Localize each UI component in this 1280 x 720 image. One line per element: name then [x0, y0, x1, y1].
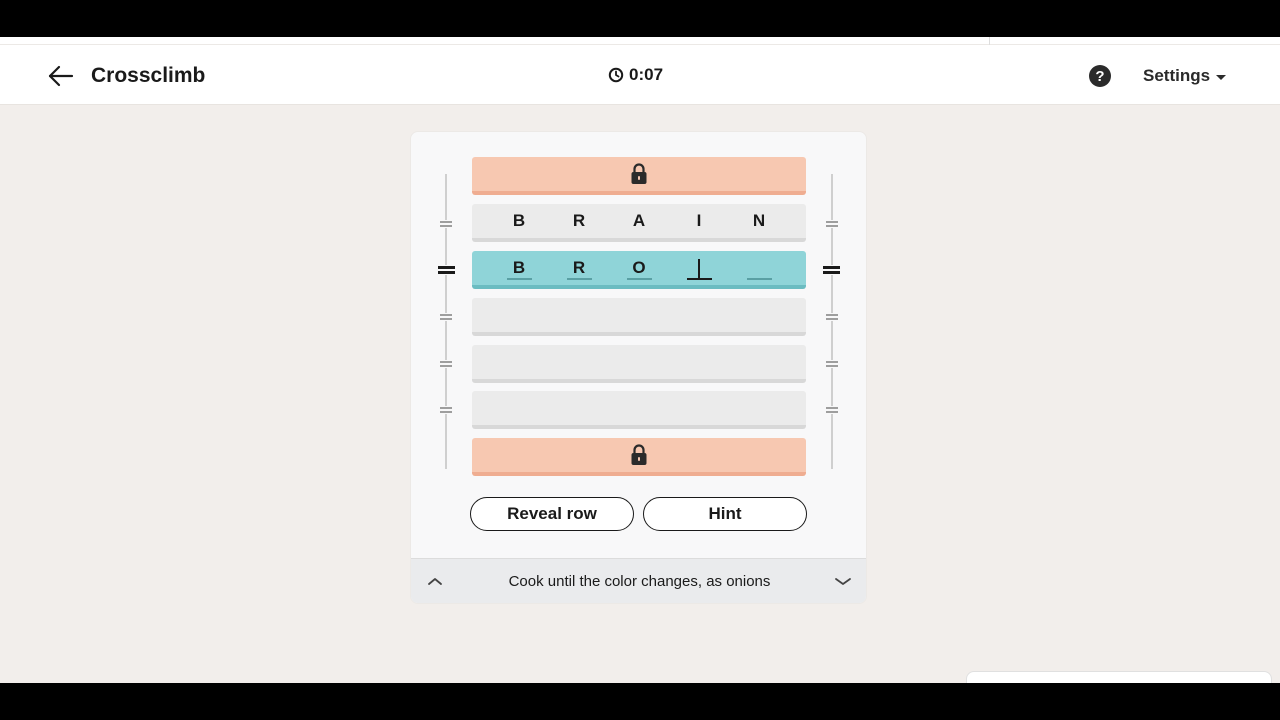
hint-button[interactable]: Hint	[643, 497, 807, 531]
help-button[interactable]: ?	[1089, 65, 1111, 87]
back-button[interactable]	[46, 62, 76, 90]
letter-cell: B	[512, 211, 526, 230]
messaging-widget[interactable]	[966, 671, 1272, 683]
drag-handle-left[interactable]	[440, 313, 452, 321]
browser-viewport: Crossclimb 0:07 ? Settings B R A I N B R…	[0, 37, 1280, 683]
drag-handle-left-active[interactable]	[438, 265, 455, 275]
puzzle-card: B R A I N B R O Reveal row Hint Cook unt…	[410, 131, 867, 604]
letter-cell[interactable]	[729, 251, 789, 285]
letter-cell-cursor[interactable]	[669, 251, 729, 285]
clue-text: Cook until the color changes, as onions	[508, 573, 771, 590]
word-row-empty[interactable]	[472, 345, 806, 383]
left-drag-rail	[445, 174, 447, 469]
settings-button[interactable]: Settings	[1143, 66, 1227, 86]
letter-cell: N	[752, 211, 766, 230]
clock-icon	[608, 67, 624, 83]
help-icon: ?	[1095, 67, 1105, 85]
caret-down-icon	[1216, 74, 1227, 80]
drag-handle-left[interactable]	[440, 406, 452, 414]
drag-handle-left[interactable]	[440, 220, 452, 228]
drag-handle-left[interactable]	[440, 360, 452, 368]
letter-cell[interactable]: B	[489, 251, 549, 285]
letter-cell[interactable]: R	[549, 251, 609, 285]
letter-cell: A	[632, 211, 646, 230]
word-row-brain[interactable]: B R A I N	[472, 204, 806, 242]
letter-cell: R	[572, 211, 586, 230]
drag-handle-right[interactable]	[826, 220, 838, 228]
drag-handle-right-active[interactable]	[823, 265, 840, 275]
word-row-empty[interactable]	[472, 391, 806, 429]
timer: 0:07	[608, 65, 663, 85]
drag-handle-right[interactable]	[826, 406, 838, 414]
word-row-empty[interactable]	[472, 298, 806, 336]
arrow-left-icon	[48, 65, 74, 87]
page-title: Crossclimb	[91, 64, 206, 87]
next-clue-button[interactable]	[833, 574, 853, 590]
game-header: Crossclimb 0:07 ? Settings	[0, 45, 1280, 105]
drag-handle-right[interactable]	[826, 313, 838, 321]
page-top-strip	[0, 37, 1280, 45]
timer-value: 0:07	[629, 65, 664, 84]
letter-cell: I	[696, 211, 702, 230]
drag-handle-right[interactable]	[826, 360, 838, 368]
text-cursor	[698, 259, 700, 279]
reveal-row-button[interactable]: Reveal row	[470, 497, 634, 531]
letter-cell[interactable]: O	[609, 251, 669, 285]
locked-row-bottom	[472, 438, 806, 476]
lock-icon	[631, 444, 647, 465]
top-letterbox	[0, 0, 1280, 37]
locked-row-top	[472, 157, 806, 195]
right-drag-rail	[831, 174, 833, 469]
chevron-down-icon	[835, 578, 851, 585]
clue-bar: Cook until the color changes, as onions	[411, 558, 866, 603]
lock-icon	[631, 163, 647, 184]
word-row-active[interactable]: B R O	[472, 251, 806, 289]
settings-label: Settings	[1143, 66, 1211, 85]
bottom-letterbox	[0, 683, 1280, 720]
